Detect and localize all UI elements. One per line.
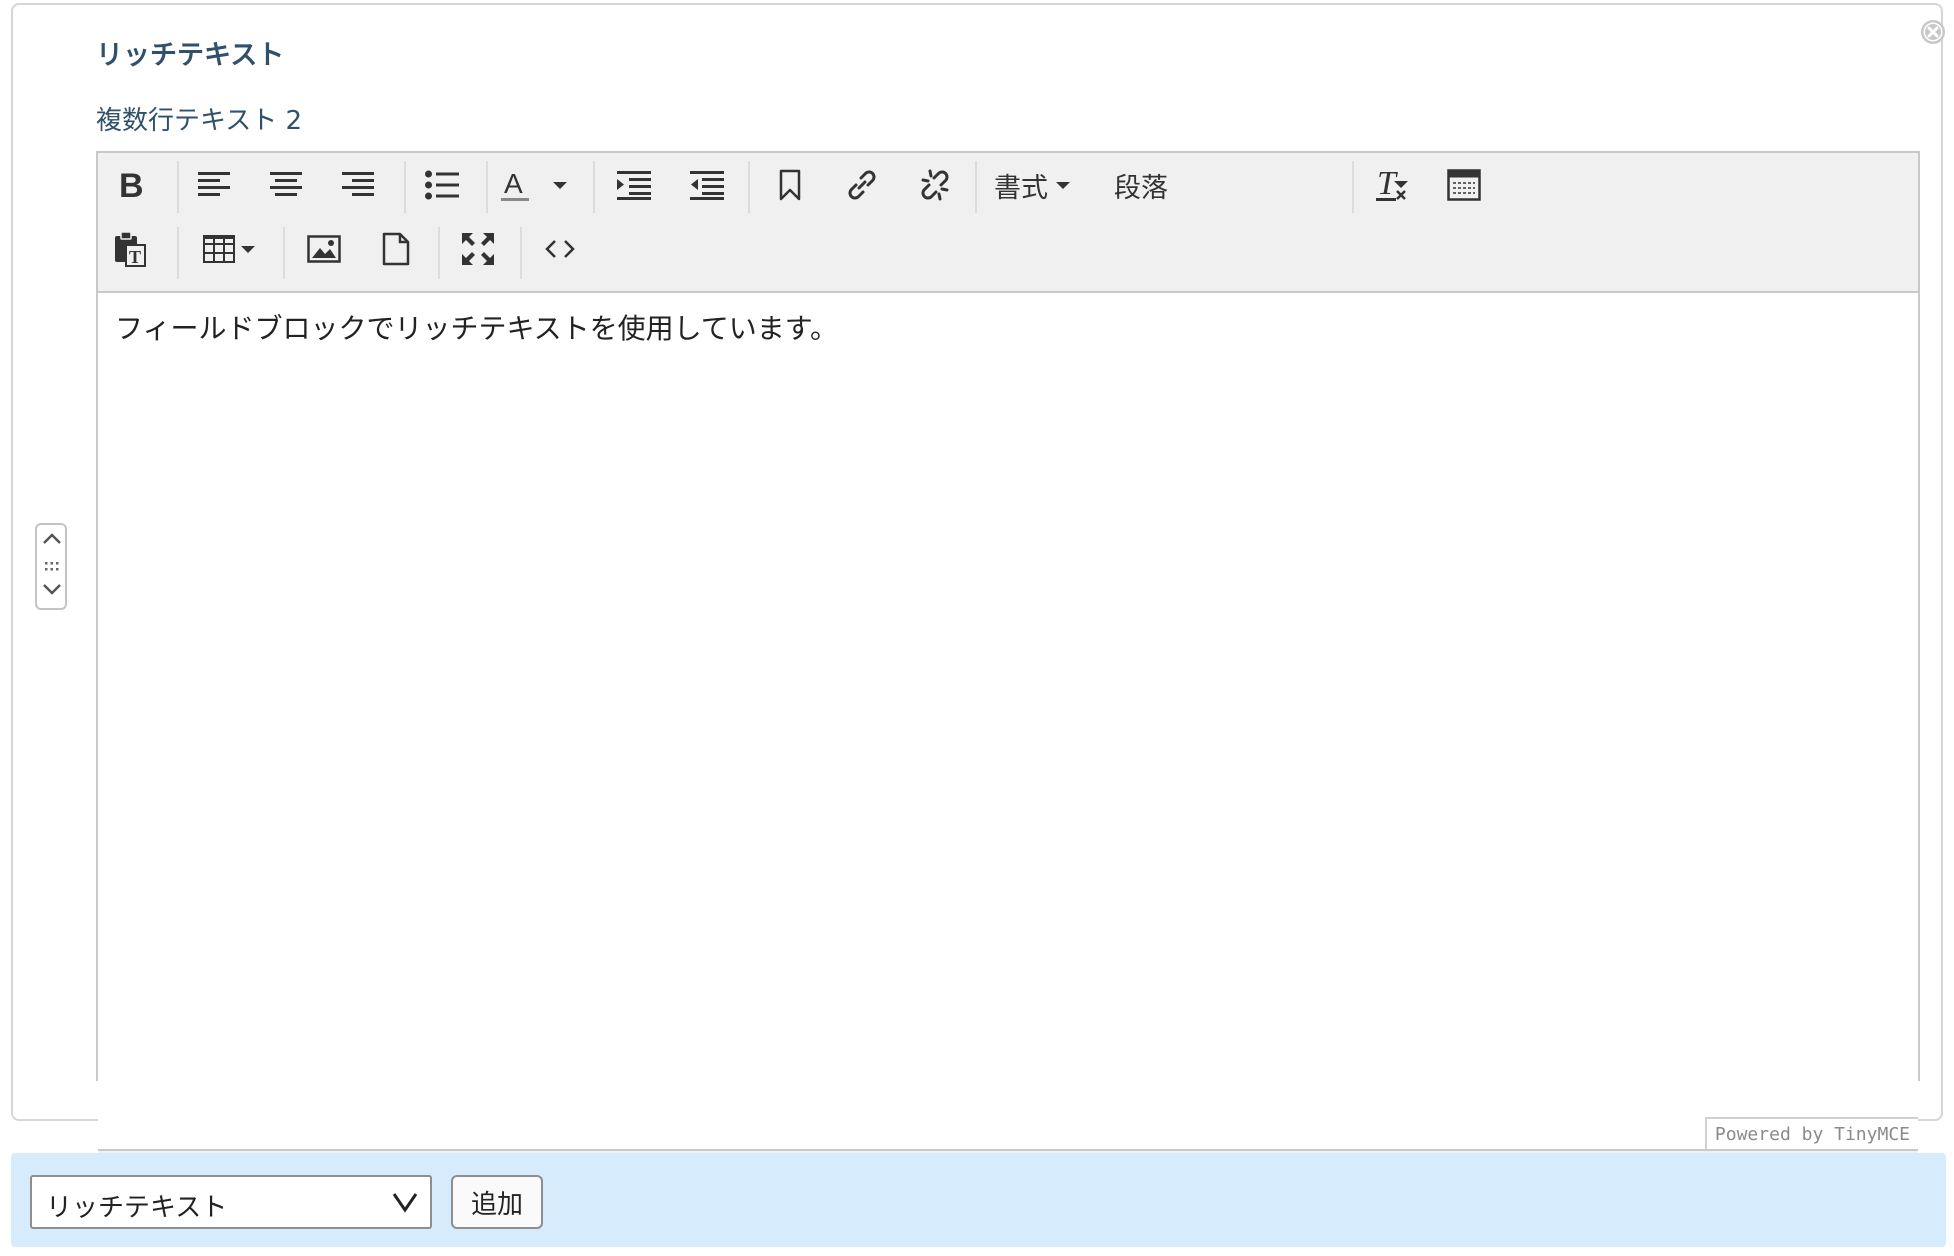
align-center-icon — [270, 172, 302, 196]
drag-handle-icon[interactable] — [42, 561, 62, 573]
image-button[interactable] — [302, 227, 346, 271]
text-color-icon: A — [501, 168, 529, 201]
svg-text:B: B — [119, 170, 143, 200]
format-menu[interactable]: 書式 — [994, 163, 1084, 207]
link-icon — [848, 170, 876, 200]
bullet-list-icon — [425, 170, 459, 200]
editor-toolbar: B A 書式 段落 T T — [98, 153, 1918, 293]
block-type-select[interactable]: リッチテキスト — [30, 1175, 432, 1229]
toolbar-separator — [520, 227, 522, 279]
block-title: リッチテキスト — [96, 40, 285, 71]
editor-content[interactable]: フィールドブロックでリッチテキストを使用しています。 Powered by Ti… — [98, 293, 1918, 1149]
chevron-down-icon[interactable] — [42, 583, 62, 597]
editor-paragraph[interactable]: フィールドブロックでリッチテキストを使用しています。 — [115, 307, 838, 347]
toolbar-separator — [593, 161, 595, 213]
bold-button[interactable]: B — [108, 163, 152, 207]
paste-text-icon: T — [115, 231, 146, 267]
field-label: 複数行テキスト 2 — [96, 106, 303, 136]
bookmark-button[interactable] — [768, 163, 812, 207]
clear-format-button[interactable]: T — [1370, 163, 1414, 207]
toolbar-separator — [404, 161, 406, 213]
toolbar-separator — [748, 161, 750, 213]
chevron-down-icon — [241, 245, 255, 253]
close-icon[interactable] — [1920, 19, 1946, 45]
template-button[interactable] — [1442, 163, 1486, 207]
toolbar-separator — [438, 227, 440, 279]
svg-text:T: T — [129, 247, 141, 267]
toolbar-separator — [283, 227, 285, 279]
field-block: リッチテキスト 複数行テキスト 2 B A 書式 段落 T T フィールドブロッ… — [11, 3, 1946, 1223]
source-code-icon — [545, 240, 575, 258]
toolbar-separator — [177, 161, 179, 213]
align-right-icon — [342, 172, 374, 196]
add-button[interactable]: 追加 — [451, 1175, 543, 1229]
chevron-down-icon — [1056, 181, 1070, 189]
unlink-button[interactable] — [913, 163, 957, 207]
align-center-button[interactable] — [264, 163, 308, 207]
block-format-label: 段落 — [1114, 172, 1168, 204]
link-button[interactable] — [840, 163, 884, 207]
chevron-up-icon[interactable] — [42, 531, 62, 545]
align-left-icon — [198, 172, 230, 196]
align-right-button[interactable] — [336, 163, 380, 207]
indent-button[interactable] — [612, 163, 656, 207]
bookmark-icon — [779, 169, 801, 201]
align-left-button[interactable] — [192, 163, 236, 207]
unlink-icon — [921, 169, 949, 201]
add-block-bar: リッチテキスト 追加 — [11, 1153, 1946, 1247]
fullscreen-icon — [462, 233, 494, 265]
file-icon — [382, 232, 410, 266]
file-button[interactable] — [374, 227, 418, 271]
image-icon — [307, 235, 341, 263]
fullscreen-button[interactable] — [456, 227, 500, 271]
rich-text-editor: B A 書式 段落 T T フィールドブロックでリッチテキストを使用しています。… — [96, 151, 1920, 1223]
tinymce-branding-link[interactable]: Powered by TinyMCE — [1704, 1117, 1918, 1149]
outdent-icon — [690, 171, 724, 200]
paste-text-button[interactable]: T — [108, 227, 152, 271]
toolbar-separator — [177, 227, 179, 279]
table-button[interactable] — [194, 227, 264, 271]
toolbar-separator — [1352, 161, 1354, 213]
toolbar-separator — [486, 161, 488, 213]
sort-handle[interactable] — [35, 523, 67, 610]
format-menu-label: 書式 — [994, 172, 1048, 204]
block-format-select[interactable]: 段落 — [1114, 163, 1414, 207]
bold-icon: B — [119, 170, 143, 200]
template-icon — [1447, 169, 1481, 201]
bullet-list-button[interactable] — [420, 163, 464, 207]
chevron-down-icon — [553, 181, 567, 189]
clear-format-icon: T — [1376, 167, 1406, 202]
chevron-down-icon — [392, 1193, 418, 1213]
toolbar-separator — [975, 161, 977, 213]
text-color-button[interactable]: A — [496, 163, 572, 207]
svg-text:A: A — [504, 168, 523, 199]
outdent-button[interactable] — [685, 163, 729, 207]
block-type-selected: リッチテキスト — [46, 1193, 228, 1223]
svg-text:T: T — [1377, 167, 1398, 202]
source-code-button[interactable] — [538, 227, 582, 271]
indent-icon — [617, 171, 651, 200]
table-icon — [203, 235, 235, 263]
